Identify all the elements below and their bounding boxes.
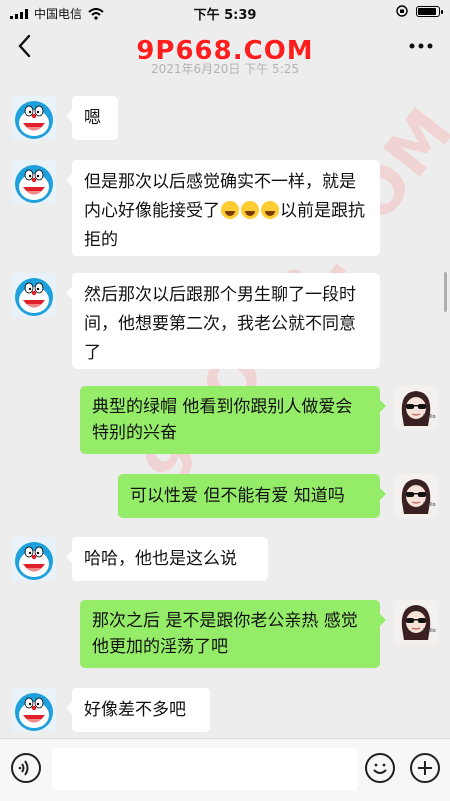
input-bar — [0, 738, 450, 801]
avatar[interactable] — [12, 273, 56, 317]
message-text: 嗯 — [84, 108, 101, 128]
message-text: 典型的绿帽 他看到你跟别人做爱会特别的兴奋 — [92, 397, 353, 443]
message-text: 然后那次以后跟那个男生聊了一段时间，他想要第二次，我老公就不同意了 — [84, 285, 356, 363]
status-right — [396, 5, 443, 17]
avatar[interactable] — [12, 160, 56, 204]
plus-sign-icon — [418, 761, 432, 775]
message-text: 好像差不多吧 — [84, 700, 186, 720]
voice-icon[interactable] — [11, 753, 41, 783]
voice-wave-icon — [18, 760, 29, 776]
message-bubble[interactable]: 然后那次以后跟那个男生聊了一段时间，他想要第二次，我老公就不同意了 — [66, 273, 380, 369]
avatar[interactable] — [12, 96, 56, 140]
message-text: 那次之后 是不是跟你老公亲热 感觉他更加的淫荡了吧 — [92, 611, 358, 657]
scrollbar[interactable] — [444, 272, 447, 312]
avatar[interactable] — [12, 537, 56, 581]
emoji-group — [220, 201, 280, 221]
status-bar: 中国电信 下午 5:39 — [0, 0, 450, 24]
laugh-cry-emoji-icon — [261, 201, 279, 219]
message-bubble[interactable]: 嗯 — [66, 96, 118, 140]
message-text: 哈哈，他也是这么说 — [84, 549, 237, 569]
message-bubble[interactable]: 可以性爱 但不能有爱 知道吗 — [118, 474, 386, 518]
avatar[interactable] — [12, 688, 56, 732]
avatar[interactable] — [394, 600, 438, 644]
message-bubble[interactable]: 典型的绿帽 他看到你跟别人做爱会特别的兴奋 — [80, 386, 386, 454]
message-input[interactable] — [52, 748, 358, 790]
emoji-icon[interactable] — [365, 753, 395, 783]
message-text: 可以性爱 但不能有爱 知道吗 — [130, 486, 345, 506]
message-bubble[interactable]: 哈哈，他也是这么说 — [66, 537, 268, 581]
message-bubble[interactable]: 但是那次以后感觉确实不一样，就是内心好像能接受了 以前是跟抗拒的 — [66, 160, 380, 256]
laugh-cry-emoji-icon — [221, 201, 239, 219]
date-stamp: 2021年6月20日 下午 5:25 — [150, 62, 300, 76]
battery-icon — [416, 5, 443, 17]
avatar[interactable] — [394, 386, 438, 430]
message-bubble[interactable]: 那次之后 是不是跟你老公亲热 感觉他更加的淫荡了吧 — [80, 600, 386, 668]
avatar[interactable] — [394, 474, 438, 518]
more-button[interactable] — [406, 32, 436, 60]
smiley-face-icon — [373, 763, 387, 774]
status-time: 下午 5:39 — [193, 8, 257, 23]
laugh-cry-emoji-icon — [241, 201, 259, 219]
plus-icon[interactable] — [410, 753, 440, 783]
message-bubble[interactable]: 好像差不多吧 — [66, 688, 210, 732]
orientation-lock-icon — [396, 5, 408, 17]
